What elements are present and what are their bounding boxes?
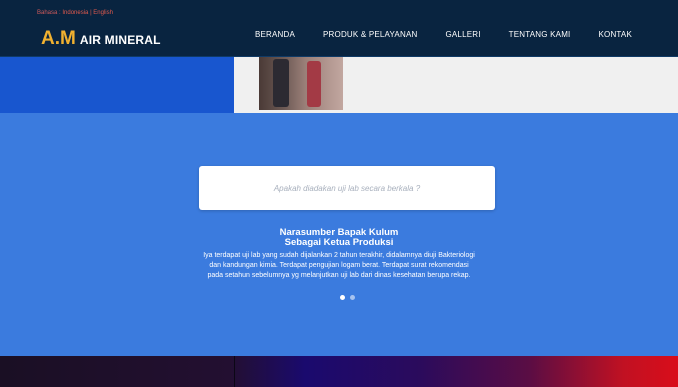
answer-line-1: Iya terdapat uji lab yang sudah dijalank…: [203, 252, 475, 259]
question-text: Apakah diadakan uji lab secara berkala ?: [273, 183, 421, 193]
answer-line-3: pada setahun sebelumnya yg melanjutkan u…: [207, 272, 471, 279]
site-logo[interactable]: A.M AIR MINERAL: [41, 28, 161, 50]
speaker-role: Sebagai Ketua Produksi: [284, 237, 394, 248]
language-english-link[interactable]: English: [93, 10, 113, 16]
hero-blue-panel: [0, 57, 234, 113]
answer-line-2: dan kandungan kimia. Terdapat pengujian …: [209, 262, 469, 269]
nav-item-kontak[interactable]: KONTAK: [584, 30, 646, 39]
carousel-indicators: [340, 295, 355, 300]
logo-mark: A.M: [41, 28, 76, 49]
logo-text: AIR MINERAL: [79, 33, 161, 47]
gallery-photo: [259, 57, 343, 110]
language-switcher: Bahasa : Indonesia | English: [37, 10, 113, 16]
footer-gradient-banner: [0, 356, 678, 387]
main-nav: BERANDA PRODUK & PELAYANAN GALLERI TENTA…: [241, 30, 646, 39]
footer-divider: [234, 356, 235, 387]
language-indonesia-link[interactable]: Indonesia: [62, 10, 88, 16]
nav-item-beranda[interactable]: BERANDA: [241, 30, 309, 39]
question-card: Apakah diadakan uji lab secara berkala ?: [199, 166, 495, 210]
language-separator: |: [90, 10, 92, 16]
photo-figure-left: [273, 59, 289, 107]
nav-item-produk-pelayanan[interactable]: PRODUK & PELAYANAN: [309, 30, 431, 39]
carousel-dot-2[interactable]: [350, 295, 355, 300]
nav-item-tentang-kami[interactable]: TENTANG KAMI: [495, 30, 585, 39]
top-navbar: Bahasa : Indonesia | English A.M AIR MIN…: [0, 0, 678, 58]
language-prefix: Bahasa :: [37, 10, 61, 16]
nav-item-galleri[interactable]: GALLERI: [431, 30, 494, 39]
photo-figure-right: [307, 61, 321, 107]
carousel-dot-1[interactable]: [340, 295, 345, 300]
